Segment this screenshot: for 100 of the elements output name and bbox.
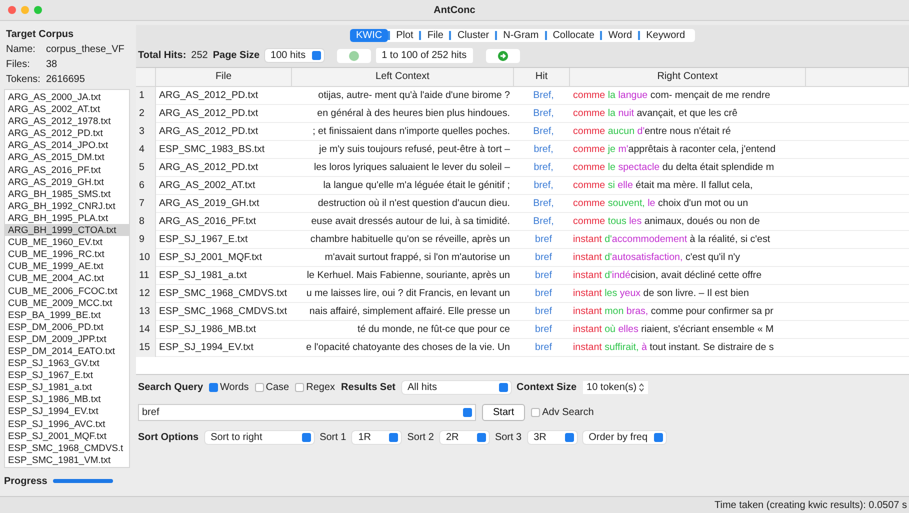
tab[interactable]: Collocate (546, 29, 600, 42)
page-size-label: Page Size (212, 50, 260, 61)
file-list-item[interactable]: ESP_BA_1999_BE.txt (5, 308, 129, 321)
results-set-label: Results Set (341, 382, 396, 393)
sort-options-label: Sort Options (138, 432, 199, 443)
file-list-item[interactable]: ESP_SJ_1967_E.txt (5, 369, 129, 382)
left-context-cell-text: nais affairé, simplement affairé. Elle presse un (308, 305, 511, 319)
file-list-item[interactable]: ESP_DM_2006_PD.txt (5, 320, 129, 333)
file-list-item[interactable]: ARG_AS_2012_1978.txt (5, 115, 129, 128)
tab[interactable]: KWIC (350, 29, 388, 42)
hit-cell-text: Bref, (532, 89, 555, 103)
window-controls-icon[interactable] (8, 6, 42, 14)
file-list-item[interactable]: ESP_SJ_1996_AVC.txt (5, 418, 129, 430)
corpus-name: corpus_these_VF (46, 44, 124, 55)
previous-page-button[interactable] (336, 48, 371, 62)
row-number: 11 (136, 267, 156, 285)
hit-cell-text: bref (534, 269, 553, 283)
order-select[interactable]: Order by freq (582, 431, 666, 444)
row-number: 12 (136, 285, 156, 303)
file-list-item[interactable]: ARG_AS_2015_DM.txt (5, 151, 129, 164)
sort-level-label: Sort 1 (320, 432, 346, 443)
checkbox[interactable]: Adv Search (531, 407, 594, 418)
file-list-item[interactable]: CUB_ME_1999_AE.txt (5, 260, 129, 272)
left-context-cell-text: té du monde, ne fût-ce que pour ce (356, 323, 511, 337)
file-list-item[interactable]: ARG_AS_2002_AT.txt (5, 103, 129, 116)
row-number: 8 (136, 213, 156, 231)
sort-level-select[interactable]: 1R (352, 431, 402, 444)
file-list-item[interactable]: ARG_BH_1999_CTOA.txt (5, 224, 129, 236)
up-down-arrows-icon (638, 383, 644, 392)
checkbox[interactable]: Regex (295, 382, 336, 393)
tab[interactable]: N-Gram (497, 29, 545, 42)
hit-cell-text: bref (534, 305, 553, 319)
left-context-cell-text: e l'opacité chatoyante des choses de la vie. Un (305, 341, 511, 355)
page-size-select[interactable]: 100 hits (264, 49, 324, 62)
arrow-circle-icon (498, 50, 508, 60)
hit-cell-text: Bref, (532, 107, 555, 121)
file-list-item[interactable]: ESP_SJ_1986_MB.txt (5, 393, 129, 406)
tab[interactable]: Cluster (451, 29, 496, 42)
file-cell-text: ESP_SJ_1981_a.txt (158, 269, 248, 283)
hit-cell-text: bref (534, 233, 553, 247)
next-page-button[interactable] (486, 48, 520, 62)
sort-level-label: Sort 3 (494, 432, 522, 443)
search-query-label: Search Query (138, 382, 204, 393)
file-list-item[interactable]: ESP_SJ_1963_GV.txt (5, 357, 129, 370)
column-header[interactable]: Hit (514, 68, 570, 86)
file-list-item[interactable]: ESP_DM_2009_JPP.txt (5, 332, 129, 345)
file-list-item[interactable]: ESP_SJ_1994_EV.txt (5, 405, 129, 418)
sort-level-label: Sort 2 (407, 432, 434, 443)
hit-cell-text: bref, (532, 143, 554, 157)
file-list-item[interactable]: ARG_AS_2012_PD.txt (5, 127, 129, 140)
left-context-cell-text: les loros lyriques saluaient le lever du soleil – (312, 161, 511, 175)
file-cell-text: ARG_AS_2019_GH.txt (158, 197, 260, 211)
file-list-item[interactable]: ESP_SMC_1981_VM.txt (5, 454, 129, 466)
sort-level-select[interactable]: 3R (528, 431, 577, 444)
row-number: 2 (136, 105, 156, 123)
file-list-item[interactable]: ARG_AS_2000_JA.txt (5, 91, 129, 104)
tab[interactable]: Plot (390, 29, 420, 42)
row-number: 6 (136, 177, 156, 195)
file-list-item[interactable]: CUB_ME_2009_MCC.txt (5, 296, 129, 309)
field-label: Tokens: (6, 74, 40, 85)
sort-level-select[interactable]: 2R (440, 431, 489, 444)
row-number: 9 (136, 231, 156, 249)
row-number: 15 (136, 339, 156, 357)
file-list-item[interactable]: ARG_BH_1985_SMS.txt (5, 188, 129, 200)
sort-mode-select[interactable]: Sort to right (204, 431, 314, 444)
column-header[interactable]: Right Context (570, 68, 806, 86)
file-list-item[interactable]: ESP_SJ_1981_a.txt (5, 381, 129, 394)
search-query-field[interactable]: bref (138, 404, 476, 421)
right-context-cell-text: comme si elle était ma mère. Il fallut cela, (572, 179, 754, 193)
file-list-item[interactable]: ARG_BH_1992_CNRJ.txt (5, 200, 129, 212)
file-cell-text: ARG_AS_2012_PD.txt (158, 125, 260, 139)
row-number: 3 (136, 123, 156, 141)
results-set-select[interactable]: All hits (402, 381, 510, 394)
file-list-item[interactable]: CUB_ME_2004_AC.txt (5, 272, 129, 284)
tab[interactable]: Word (602, 29, 638, 42)
file-list-item[interactable]: ESP_SJ_2001_MQF.txt (5, 430, 129, 442)
checkbox[interactable]: Case (254, 382, 290, 393)
file-cell-text: ESP_SJ_1994_EV.txt (158, 341, 254, 355)
file-list-item[interactable]: ESP_SMC_1968_CMDVS.t (5, 442, 129, 454)
file-list-item[interactable]: ARG_AS_2019_GH.txt (5, 176, 129, 188)
file-list-item[interactable]: ARG_AS_2014_JPO.txt (5, 139, 129, 152)
context-size-spinner[interactable]: 10 token(s) (582, 381, 648, 394)
file-list-item[interactable]: ARG_AS_2016_PF.txt (5, 164, 129, 176)
file-list-item[interactable]: ESP_DM_2014_EATO.txt (5, 344, 129, 358)
column-header[interactable]: File (156, 68, 292, 86)
start-button[interactable]: Start (482, 404, 526, 421)
tab[interactable]: Keyword (640, 29, 692, 42)
file-list-item[interactable]: ARG_BH_1995_PLA.txt (5, 212, 129, 224)
row-number: 14 (136, 321, 156, 339)
hit-cell-text: Bref, (532, 197, 555, 211)
file-list-item[interactable]: CUB_ME_1960_EV.txt (5, 236, 129, 248)
checkbox[interactable]: Words (209, 382, 249, 393)
hit-cell-text: bref (534, 341, 553, 355)
file-list-item[interactable]: CUB_ME_1996_RC.txt (5, 248, 129, 260)
row-number: 13 (136, 303, 156, 321)
field-label: Name: (6, 44, 36, 55)
file-list-item[interactable]: CUB_ME_2006_FCOC.txt (5, 284, 129, 297)
file-cell-text: ARG_AS_2002_AT.txt (158, 179, 256, 193)
column-header[interactable]: Left Context (292, 68, 514, 86)
tab[interactable]: File (421, 29, 450, 42)
